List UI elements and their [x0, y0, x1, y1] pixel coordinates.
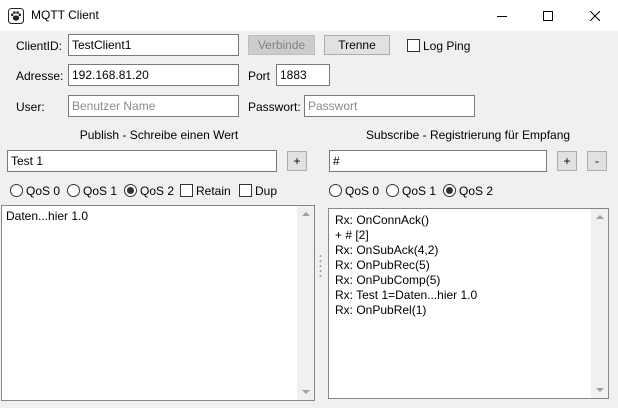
minimize-icon[interactable]: [479, 0, 525, 31]
publish-qos2-radio[interactable]: [124, 184, 137, 197]
user-label: User:: [16, 100, 45, 114]
password-input[interactable]: Passwort: [304, 95, 475, 117]
subscribe-topic-input[interactable]: #: [329, 150, 547, 172]
retain-checkbox[interactable]: [180, 184, 193, 197]
log-line: + # [2]: [335, 228, 369, 242]
publish-qos0-label: QoS 0: [26, 184, 61, 198]
subscribe-log: Rx: OnConnAck() + # [2] Rx: OnSubAck(4,2…: [335, 213, 477, 318]
publish-header: Publish - Schreibe einen Wert: [79, 128, 239, 142]
publish-message-textarea[interactable]: Daten...hier 1.0: [1, 205, 315, 401]
publish-qos0-radio[interactable]: [10, 184, 23, 197]
address-label: Adresse:: [16, 69, 64, 83]
log-line: Rx: Test 1=Daten...hier 1.0: [335, 288, 478, 302]
publish-topic-input[interactable]: Test 1: [7, 150, 277, 172]
window-title: MQTT Client: [31, 8, 99, 22]
log-line: Rx: OnConnAck(): [335, 213, 430, 227]
maximize-icon[interactable]: [525, 0, 571, 31]
password-label: Passwort:: [248, 100, 301, 114]
log-ping-checkbox[interactable]: [407, 39, 420, 52]
port-input[interactable]: 1883: [276, 64, 330, 86]
subscribe-qos0-label: QoS 0: [345, 184, 380, 198]
scroll-up-icon[interactable]: [302, 212, 310, 216]
log-line: Rx: OnPubRec(5): [335, 258, 430, 272]
log-line: Rx: OnPubComp(5): [335, 273, 441, 287]
clientid-label: ClientID:: [16, 39, 63, 53]
publish-add-button[interactable]: +: [287, 151, 307, 171]
connect-button[interactable]: Verbinde: [248, 35, 315, 55]
log-line: Rx: OnPubRel(1): [335, 303, 427, 317]
dup-checkbox[interactable]: [239, 184, 252, 197]
disconnect-button[interactable]: Trenne: [324, 35, 390, 55]
dup-label: Dup: [255, 184, 278, 198]
subscribe-qos2-radio[interactable]: [443, 184, 456, 197]
splitter-handle[interactable]: [319, 254, 322, 280]
subscribe-log-textarea[interactable]: Rx: OnConnAck() + # [2] Rx: OnSubAck(4,2…: [328, 208, 609, 399]
log-ping-label: Log Ping: [423, 39, 471, 53]
retain-label: Retain: [196, 184, 231, 198]
close-icon[interactable]: [572, 0, 618, 31]
clientid-input[interactable]: TestClient1: [68, 34, 239, 56]
publish-qos2-label: QoS 2: [140, 184, 175, 198]
publish-message-text: Daten...hier 1.0: [6, 209, 89, 223]
subscribe-qos0-radio[interactable]: [329, 184, 342, 197]
scroll-down-icon[interactable]: [302, 390, 310, 394]
subscribe-scrollbar[interactable]: [591, 209, 608, 398]
subscribe-qos1-label: QoS 1: [402, 184, 437, 198]
publish-scrollbar[interactable]: [297, 206, 314, 400]
address-input[interactable]: 192.168.81.20: [68, 64, 239, 86]
publish-qos1-label: QoS 1: [83, 184, 118, 198]
user-input[interactable]: Benutzer Name: [68, 95, 239, 117]
subscribe-add-button[interactable]: +: [557, 151, 577, 171]
publish-qos1-radio[interactable]: [67, 184, 80, 197]
subscribe-qos1-radio[interactable]: [386, 184, 399, 197]
selected-dot-icon: [127, 187, 134, 194]
subscribe-remove-button[interactable]: -: [587, 151, 607, 171]
subscribe-qos2-label: QoS 2: [459, 184, 494, 198]
paw-icon: [8, 8, 24, 24]
port-label: Port: [248, 69, 271, 83]
selected-dot-icon: [446, 187, 453, 194]
scroll-down-icon[interactable]: [596, 388, 604, 392]
log-line: Rx: OnSubAck(4,2): [335, 243, 439, 257]
scroll-up-icon[interactable]: [596, 215, 604, 219]
subscribe-header: Subscribe - Registrierung für Empfang: [365, 128, 571, 142]
